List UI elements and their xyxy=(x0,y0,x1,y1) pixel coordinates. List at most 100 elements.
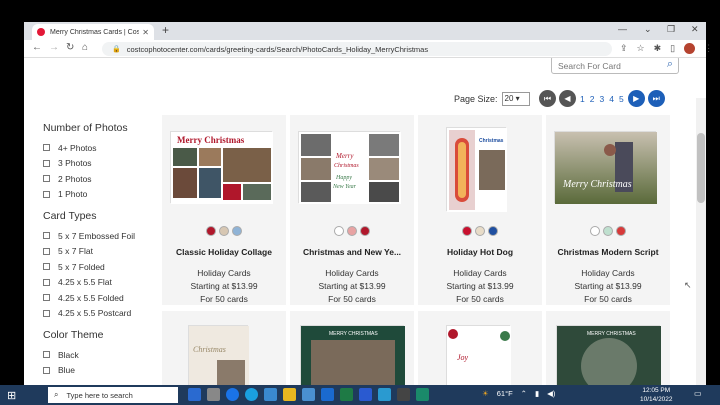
volume-icon[interactable]: ◀) xyxy=(547,389,555,398)
forward-icon[interactable]: → xyxy=(49,42,59,53)
checkbox[interactable] xyxy=(43,232,50,240)
page-5[interactable]: 5 xyxy=(619,94,624,104)
next-page-icon[interactable]: ▶ xyxy=(627,90,645,107)
card-name[interactable]: Holiday Hot Dog xyxy=(418,247,542,257)
filter-option[interactable]: 5 x 7 Embossed Foil xyxy=(43,228,163,244)
notification-icon[interactable]: ▭ xyxy=(694,389,702,398)
filter-option[interactable]: 5 x 7 Flat xyxy=(43,244,163,260)
card-name[interactable]: Christmas Modern Script xyxy=(546,247,670,257)
color-swatch[interactable] xyxy=(590,226,600,236)
close-window-icon[interactable]: ✕ xyxy=(691,24,699,35)
checkbox[interactable] xyxy=(43,175,50,183)
color-swatch[interactable] xyxy=(488,226,498,236)
weather-temp[interactable]: 61°F xyxy=(497,389,513,398)
edge-icon[interactable] xyxy=(245,388,258,401)
card-image[interactable]: Merry Christmas xyxy=(554,131,657,204)
checkbox[interactable] xyxy=(43,144,50,152)
page-2[interactable]: 2 xyxy=(590,94,595,104)
filter-option[interactable]: Blue xyxy=(43,363,163,379)
filter-option[interactable]: 2 Photos xyxy=(43,171,163,187)
product-card[interactable]: Merry Christmas Happy New Year Christmas… xyxy=(290,115,414,305)
card-image[interactable]: MERRY CHRISTMAS xyxy=(556,325,661,385)
extensions-icon[interactable]: ✱ xyxy=(654,43,662,54)
chevron-up-icon[interactable]: ⌃ xyxy=(521,389,527,398)
mail-icon[interactable] xyxy=(321,388,334,401)
checkbox[interactable] xyxy=(43,294,50,302)
page-size-select[interactable]: 20 ▾ xyxy=(501,92,530,106)
app-icon[interactable] xyxy=(378,388,391,401)
page-scrollbar[interactable] xyxy=(696,98,706,385)
photos-icon[interactable] xyxy=(264,388,277,401)
checkbox[interactable] xyxy=(43,278,50,286)
card-image[interactable]: MERRY CHRISTMAS xyxy=(300,325,405,385)
filter-option[interactable]: 4.25 x 5.5 Folded xyxy=(43,290,163,306)
close-tab-icon[interactable]: ✕ xyxy=(142,28,149,37)
card-name[interactable]: Christmas and New Ye... xyxy=(290,247,414,257)
page-4[interactable]: 4 xyxy=(609,94,614,104)
url-field[interactable]: 🔒 costcophotocenter.com/cards/greeting-c… xyxy=(102,42,612,56)
color-swatch[interactable] xyxy=(360,226,370,236)
menu-icon[interactable]: ⋮ xyxy=(704,43,713,54)
checkbox[interactable] xyxy=(43,309,50,317)
card-image[interactable]: Christmas xyxy=(446,127,507,212)
scrollbar-thumb[interactable] xyxy=(697,133,705,203)
filter-option[interactable]: 4.25 x 5.5 Flat xyxy=(43,275,163,291)
card-image[interactable]: Merry Christmas Happy New Year xyxy=(298,131,401,204)
filter-option[interactable]: 3 Photos xyxy=(43,156,163,172)
filter-option[interactable]: 1 Photo xyxy=(43,187,163,203)
color-swatch[interactable] xyxy=(347,226,357,236)
star-icon[interactable]: ☆ xyxy=(637,43,645,54)
card-name[interactable]: Classic Holiday Collage xyxy=(162,247,286,257)
card-image[interactable]: Joy xyxy=(446,325,511,385)
checkbox[interactable] xyxy=(43,366,50,374)
search-icon[interactable]: ⌕ xyxy=(667,58,673,71)
color-swatch[interactable] xyxy=(232,226,242,236)
previous-page-icon[interactable]: ◀ xyxy=(559,90,576,107)
checkbox[interactable] xyxy=(43,159,50,167)
color-swatch[interactable] xyxy=(462,226,472,236)
checkbox[interactable] xyxy=(43,247,50,255)
card-image[interactable]: Christmas xyxy=(188,325,249,385)
chevron-down-icon[interactable]: ⌄ xyxy=(644,24,652,35)
store-icon[interactable] xyxy=(302,388,315,401)
checkbox[interactable] xyxy=(43,351,50,359)
filter-option[interactable]: 4.25 x 5.5 Postcard xyxy=(43,306,163,322)
color-swatch[interactable] xyxy=(206,226,216,236)
file-explorer-icon[interactable] xyxy=(283,388,296,401)
color-swatch[interactable] xyxy=(603,226,613,236)
product-card[interactable]: MERRY CHRISTMAS xyxy=(546,311,670,385)
product-card[interactable]: Joy xyxy=(418,311,542,385)
share-icon[interactable]: ⇪ xyxy=(620,43,628,54)
color-swatch[interactable] xyxy=(616,226,626,236)
taskbar-search-input[interactable]: ⌕ Type here to search xyxy=(48,387,178,403)
task-view-icon[interactable] xyxy=(207,388,220,401)
card-image[interactable]: Merry Christmas xyxy=(170,131,273,204)
chrome-icon[interactable] xyxy=(226,388,239,401)
checkbox[interactable] xyxy=(43,190,50,198)
windows-start-icon[interactable]: ⊞ xyxy=(7,389,16,402)
filter-option[interactable]: 4+ Photos xyxy=(43,140,163,156)
back-icon[interactable]: ← xyxy=(32,42,42,53)
product-card[interactable]: Christmas xyxy=(162,311,286,385)
network-icon[interactable]: ▮ xyxy=(535,389,539,398)
sidebar-icon[interactable]: ▯ xyxy=(670,43,675,54)
app-icon[interactable] xyxy=(416,388,429,401)
excel-icon[interactable] xyxy=(340,388,353,401)
filter-option[interactable]: Black xyxy=(43,347,163,363)
home-icon[interactable]: ⌂ xyxy=(82,42,88,53)
minimize-icon[interactable]: — xyxy=(618,24,627,34)
product-card[interactable]: MERRY CHRISTMAS xyxy=(290,311,414,385)
taskbar-clock[interactable]: 12:05 PM 10/14/2022 xyxy=(640,386,673,404)
app-icon[interactable] xyxy=(397,388,410,401)
last-page-icon[interactable]: ⏭ xyxy=(647,90,665,107)
product-card[interactable]: Merry Christmas Classic Holiday Collage … xyxy=(162,115,286,305)
color-swatch[interactable] xyxy=(334,226,344,236)
product-card[interactable]: Christmas Holiday Hot Dog Holiday Cards … xyxy=(418,115,542,305)
first-page-icon[interactable]: ⏮ xyxy=(539,90,556,107)
reload-icon[interactable]: ↻ xyxy=(66,42,74,53)
checkbox[interactable] xyxy=(43,263,50,271)
widget-icon[interactable] xyxy=(188,388,201,401)
color-swatch[interactable] xyxy=(219,226,229,236)
maximize-icon[interactable]: ❐ xyxy=(667,24,675,35)
product-card[interactable]: Merry Christmas Christmas Modern Script … xyxy=(546,115,670,305)
